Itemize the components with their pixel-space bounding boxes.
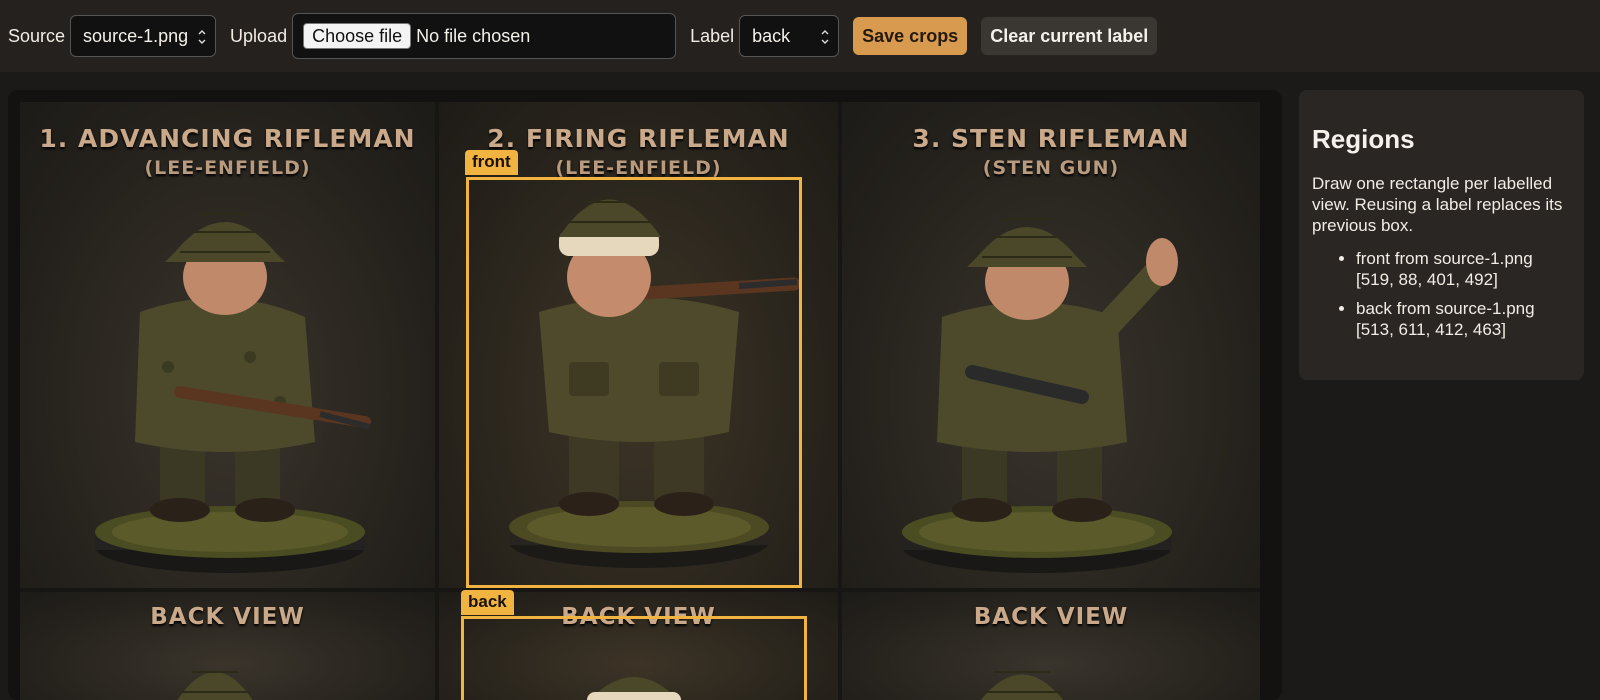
region-item-back: back from source-1.png [513, 611, 412, 4… — [1356, 298, 1571, 340]
label-label: Label — [690, 25, 735, 46]
helmet-back-image — [177, 671, 253, 700]
save-crops-button[interactable]: Save crops — [853, 17, 968, 55]
panel-sten-rifleman: 3. STEN RIFLEMAN (STEN GUN) — [842, 102, 1260, 588]
rifleman-figure-image — [95, 213, 371, 573]
label-select-value: back — [752, 25, 791, 46]
upload-label: Upload — [230, 25, 288, 46]
crop-label-front: front — [465, 150, 518, 175]
crop-box-front[interactable] — [466, 177, 802, 588]
label-select[interactable]: back — [739, 15, 840, 57]
clear-label-button[interactable]: Clear current label — [981, 17, 1158, 55]
regions-list: front from source-1.png [519, 88, 401, 4… — [1312, 248, 1571, 340]
sten-figure-image — [902, 218, 1178, 573]
source-select[interactable]: source-1.png — [70, 15, 217, 57]
regions-title: Regions — [1312, 124, 1415, 154]
chevron-down-icon — [821, 30, 829, 44]
source-label: Source — [8, 25, 66, 46]
panel-back-view-3: BACK VIEW — [842, 592, 1260, 700]
regions-description: Draw one rectangle per labelled view. Re… — [1312, 174, 1563, 235]
chevron-down-icon — [198, 30, 206, 44]
crop-box-back[interactable] — [461, 616, 807, 700]
image-workspace: 1. ADVANCING RIFLEMAN (LEE-ENFIELD) 2. F… — [8, 90, 1282, 700]
toolbar: Source source-1.png Upload Choose file N… — [0, 0, 1600, 72]
region-item-front: front from source-1.png [519, 88, 401, 4… — [1356, 248, 1571, 290]
helmet-back-image — [980, 671, 1064, 700]
crop-label-back: back — [461, 590, 514, 615]
file-status-text: No file chosen — [416, 25, 531, 46]
regions-panel: Regions Draw one rectangle per labelled … — [1299, 90, 1584, 380]
source-image-canvas[interactable]: 1. ADVANCING RIFLEMAN (LEE-ENFIELD) 2. F… — [20, 102, 1260, 700]
source-select-value: source-1.png — [83, 25, 189, 46]
choose-file-button[interactable]: Choose file — [303, 23, 412, 49]
file-upload-input[interactable]: Choose file No file chosen — [292, 13, 677, 59]
panel-advancing-rifleman: 1. ADVANCING RIFLEMAN (LEE-ENFIELD) — [20, 102, 435, 588]
panel-back-view-1: BACK VIEW — [20, 592, 435, 700]
